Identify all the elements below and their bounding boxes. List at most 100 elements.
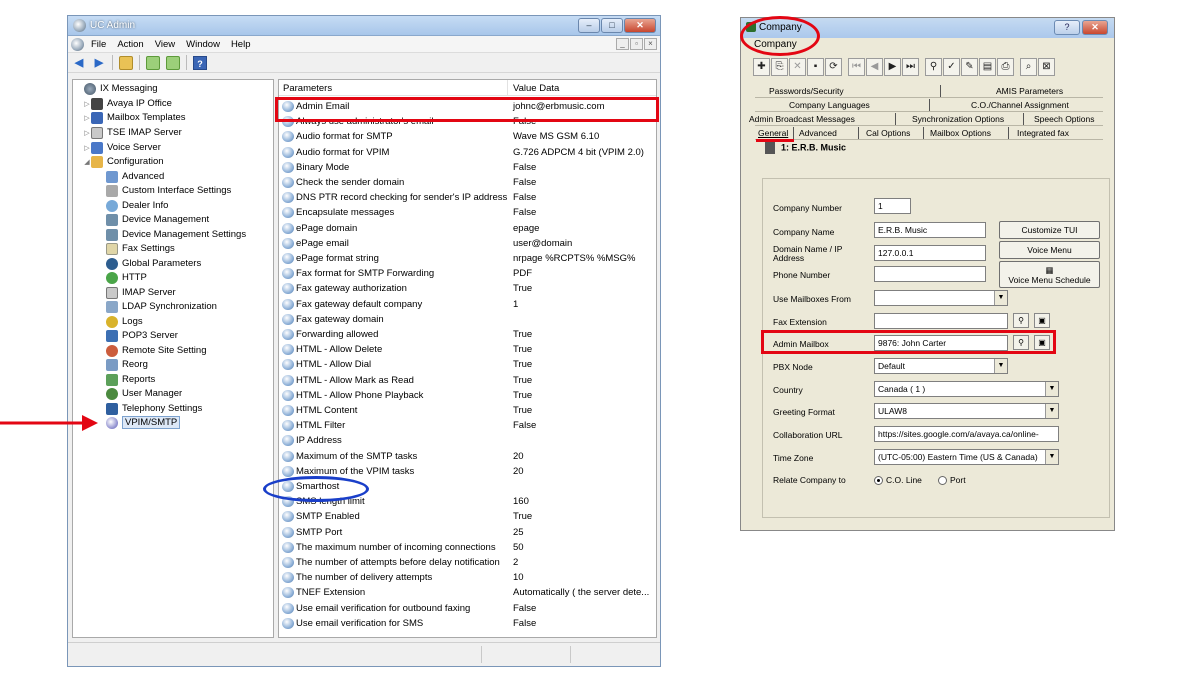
parameter-row[interactable]: Fax gateway authorization True [279, 281, 656, 296]
parameter-row[interactable]: HTML Filter False [279, 418, 656, 433]
tab-co-channel-assignment[interactable]: C.O./Channel Assignment [971, 100, 1069, 110]
dropdown-arrow-icon[interactable]: ▼ [994, 291, 1007, 305]
tree-item-http[interactable]: HTTP [106, 271, 147, 284]
parameter-row[interactable]: ePage format string nrpage %RCPTS% %MSG% [279, 251, 656, 266]
tree-item-device-management-settings[interactable]: Device Management Settings [106, 228, 246, 241]
radio-port[interactable]: Port [938, 476, 966, 486]
domain-name-field[interactable]: 127.0.0.1 [874, 245, 986, 261]
back-arrow-icon[interactable]: ◀ [72, 56, 86, 70]
parameter-row[interactable]: HTML Content True [279, 403, 656, 418]
tree-item-ldap-synchronization[interactable]: LDAP Synchronization [106, 300, 217, 313]
menu-file[interactable]: File [91, 39, 106, 50]
previous-record-icon[interactable]: ◀ [866, 58, 883, 76]
tree-item-reorg[interactable]: Reorg [106, 358, 148, 371]
voice-menu-schedule-button[interactable]: ▦ Voice Menu Schedule [999, 261, 1100, 288]
tree-item-pop3-server[interactable]: POP3 Server [106, 329, 178, 342]
help-button[interactable]: ? [1054, 20, 1080, 35]
first-record-icon[interactable]: ⏮ [848, 58, 865, 76]
parameter-row[interactable]: Use email verification for outbound faxi… [279, 601, 656, 616]
parameter-row[interactable]: The number of delivery attempts 10 [279, 570, 656, 585]
find-icon[interactable]: ⌕ [1020, 58, 1037, 76]
parameter-row[interactable]: ePage email user@domain [279, 236, 656, 251]
radio-button[interactable] [938, 476, 947, 486]
save-icon[interactable]: ▪ [807, 58, 824, 76]
tree-item-user-manager[interactable]: User Manager [106, 387, 182, 400]
expand-arrow-icon[interactable]: ▷ [83, 114, 91, 122]
close-button[interactable]: ✕ [624, 18, 656, 33]
add-icon[interactable]: ✚ [753, 58, 770, 76]
copy-icon[interactable]: ⎘ [771, 58, 788, 76]
menu-help[interactable]: Help [231, 39, 251, 50]
tab-passwords-security[interactable]: Passwords/Security [769, 86, 844, 96]
country-select[interactable]: Canada ( 1 ) ▼ [874, 381, 1059, 397]
column-header-value-data[interactable]: Value Data [513, 83, 559, 94]
delete-icon[interactable]: ✕ [789, 58, 806, 76]
collaboration-url-field[interactable]: https://sites.google.com/a/avaya.ca/onli… [874, 426, 1059, 442]
parameter-row[interactable]: The maximum number of incoming connectio… [279, 540, 656, 555]
dropdown-arrow-icon[interactable]: ▼ [1045, 404, 1058, 418]
report-icon[interactable]: ▤ [979, 58, 996, 76]
edit-icon[interactable]: ✎ [961, 58, 978, 76]
parameter-row[interactable]: Binary Mode False [279, 160, 656, 175]
parameter-row[interactable]: Audio format for SMTP Wave MS GSM 6.10 [279, 129, 656, 144]
parameter-row[interactable]: Encapsulate messages False [279, 205, 656, 220]
up-folder-icon[interactable] [119, 55, 133, 70]
tree-item-logs[interactable]: Logs [106, 315, 143, 328]
parameter-row[interactable]: HTML - Allow Delete True [279, 342, 656, 357]
column-header-parameters[interactable]: Parameters [283, 83, 332, 94]
export-list-icon[interactable] [166, 55, 180, 70]
tab-general[interactable]: General [758, 128, 788, 138]
refresh-icon[interactable] [146, 55, 160, 70]
parameter-row[interactable]: DNS PTR record checking for sender's IP … [279, 190, 656, 205]
tab-integrated-fax[interactable]: Integrated fax [1017, 128, 1069, 138]
tab-amis-parameters[interactable]: AMIS Parameters [996, 86, 1063, 96]
tab-synchronization-options[interactable]: Synchronization Options [912, 114, 1004, 124]
voice-menu-button[interactable]: Voice Menu [999, 241, 1100, 259]
refresh-icon[interactable]: ⟳ [825, 58, 842, 76]
tree-item-vpim-smtp[interactable]: VPIM/SMTP [106, 416, 181, 429]
tab-admin-broadcast-messages[interactable]: Admin Broadcast Messages [749, 114, 855, 124]
radio-co-line[interactable]: C.O. Line [874, 476, 922, 486]
tree-item-imap-server[interactable]: IMAP Server [106, 286, 176, 299]
tree-item-telephony-settings[interactable]: Telephony Settings [106, 402, 202, 415]
mdi-minimize-button[interactable]: _ [616, 38, 629, 50]
tree-item-advanced[interactable]: Advanced [106, 170, 164, 183]
dropdown-arrow-icon[interactable]: ▼ [1045, 382, 1058, 396]
tree-item-dealer-info[interactable]: Dealer Info [106, 199, 168, 212]
tree-item-reports[interactable]: Reports [106, 373, 155, 386]
tab-mailbox-options[interactable]: Mailbox Options [930, 128, 991, 138]
parameter-row[interactable]: HTML - Allow Phone Playback True [279, 388, 656, 403]
parameter-row[interactable]: TNEF Extension Automatically ( the server… [279, 585, 656, 600]
menu-action[interactable]: Action [117, 39, 143, 50]
parameter-row[interactable]: The number of attempts before delay noti… [279, 555, 656, 570]
greeting-format-select[interactable]: ULAW8 ▼ [874, 403, 1059, 419]
filter-icon[interactable]: ⚲ [925, 58, 942, 76]
fax-extension-field[interactable] [874, 313, 1008, 329]
tab-cal-options[interactable]: Cal Options [866, 128, 910, 138]
check-icon[interactable]: ✓ [943, 58, 960, 76]
parameter-row[interactable]: Use email verification for SMS False [279, 616, 656, 631]
print-icon[interactable]: ⎙ [997, 58, 1014, 76]
help-icon[interactable]: ? [193, 55, 207, 70]
mdi-restore-button[interactable]: ▫ [630, 38, 643, 50]
use-mailboxes-select[interactable]: ▼ [874, 290, 1008, 306]
tree-item-avaya-ip-office[interactable]: ▷ Avaya IP Office [83, 97, 172, 110]
parameter-row[interactable]: Fax gateway domain [279, 312, 656, 327]
tree-item-tse-imap-server[interactable]: ▷ TSE IMAP Server [83, 126, 182, 139]
parameter-row[interactable]: ePage domain epage [279, 221, 656, 236]
customize-tui-button[interactable]: Customize TUI [999, 221, 1100, 239]
tree-item-remote-site-setting[interactable]: Remote Site Setting [106, 344, 207, 357]
tree-item-device-management[interactable]: Device Management [106, 213, 209, 226]
company-close-button[interactable]: ✕ [1082, 20, 1108, 35]
maximize-button[interactable]: □ [601, 18, 623, 33]
mdi-app-icon[interactable] [71, 38, 84, 51]
forward-arrow-icon[interactable]: ▶ [92, 56, 106, 70]
tab-company-languages[interactable]: Company Languages [789, 100, 870, 110]
last-record-icon[interactable]: ⏭ [902, 58, 919, 76]
tree-item-custom-interface-settings[interactable]: Custom Interface Settings [106, 184, 231, 197]
exit-icon[interactable]: ⊠ [1038, 58, 1055, 76]
time-zone-select[interactable]: (UTC-05:00) Eastern Time (US & Canada) ▼ [874, 449, 1059, 465]
tree-item-voice-server[interactable]: ▷ Voice Server [83, 141, 161, 154]
tree-item-fax-settings[interactable]: Fax Settings [106, 242, 175, 255]
fax-details-icon[interactable]: ▣ [1034, 313, 1050, 328]
